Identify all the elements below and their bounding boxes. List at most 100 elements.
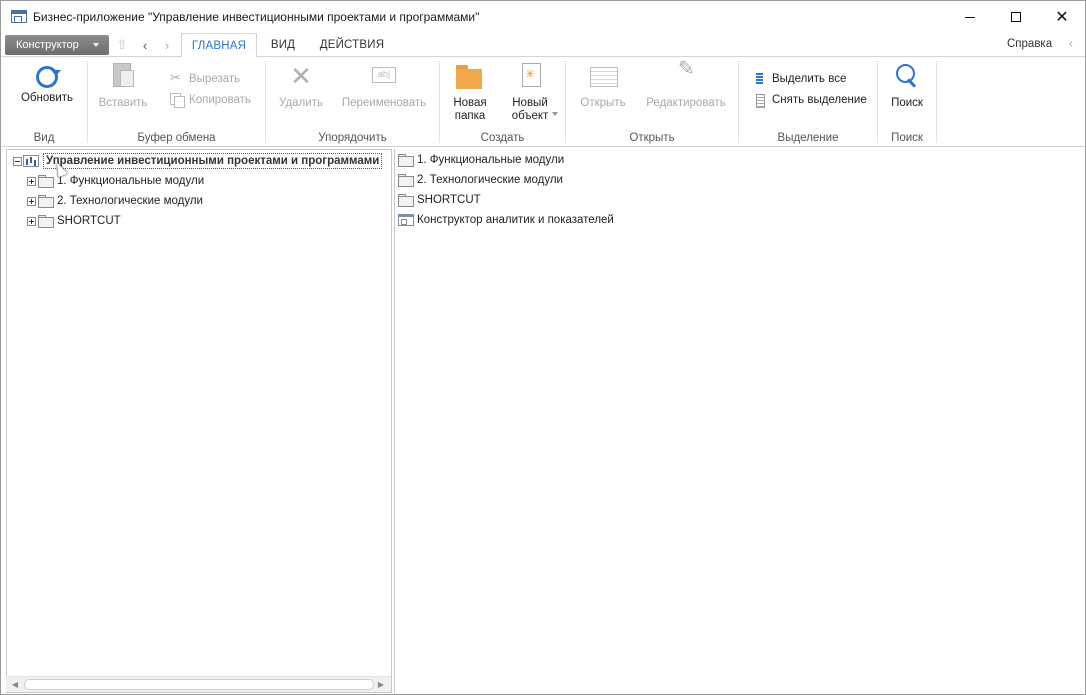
app-icon — [398, 214, 414, 226]
group-label-search: Поиск — [891, 132, 923, 144]
designer-label: Конструктор — [16, 39, 79, 51]
content-list[interactable]: 1. Функциональные модули 2. Технологичес… — [394, 149, 1084, 693]
horizontal-scrollbar[interactable]: ◀ ▶ — [6, 676, 391, 692]
close-button[interactable]: ✕ — [1039, 1, 1085, 33]
new-folder-button[interactable]: Новая папка — [446, 61, 494, 123]
group-label-create: Создать — [480, 132, 525, 144]
select-all-label: Выделить все — [772, 73, 847, 85]
tree-root[interactable]: Управление инвестиционными проектами и п… — [13, 151, 383, 171]
designer-dropdown-button[interactable]: Конструктор — [5, 35, 109, 55]
group-divider — [936, 61, 937, 143]
expand-icon[interactable] — [27, 216, 36, 226]
ribbon-group-selection: Выделить все Снять выделение Выделение — [739, 57, 877, 147]
title-bar: Бизнес-приложение "Управление инвестицио… — [1, 1, 1085, 33]
group-label-clipboard: Буфер обмена — [137, 132, 216, 144]
tree-root-label: Управление инвестиционными проектами и п… — [43, 153, 383, 169]
tree-item[interactable]: 2. Технологические модули — [27, 191, 203, 211]
paste-button[interactable]: Вставить — [94, 61, 152, 110]
folder-icon — [398, 194, 414, 207]
rename-button[interactable]: Переименовать — [338, 61, 430, 110]
refresh-label: Обновить — [20, 92, 74, 104]
help-menu[interactable]: Справка — [1007, 38, 1052, 50]
forward-arrow-icon[interactable]: › — [159, 36, 175, 54]
expand-icon[interactable] — [27, 196, 36, 206]
edit-button[interactable]: Редактировать — [642, 61, 730, 110]
open-icon — [587, 61, 619, 93]
deselect-button[interactable]: Снять выделение — [753, 93, 867, 108]
chevron-down-icon — [93, 43, 99, 47]
navigation-tree[interactable]: Управление инвестиционными проектами и п… — [6, 149, 392, 693]
group-label-open: Открыть — [629, 132, 675, 144]
chevron-down-icon[interactable] — [552, 112, 558, 116]
pencil-icon — [670, 61, 702, 93]
ribbon: Обновить Вид Вставить Вырезать Копироват… — [1, 57, 1085, 147]
tab-view[interactable]: ВИД — [263, 33, 303, 57]
select-all-button[interactable]: Выделить все — [753, 72, 846, 86]
business-app-icon — [23, 155, 39, 167]
paste-icon — [107, 61, 139, 93]
open-button[interactable]: Открыть — [572, 61, 634, 110]
collapse-icon[interactable] — [13, 156, 22, 166]
new-folder-label-line2: папка — [454, 110, 486, 122]
copy-label: Копировать — [189, 94, 251, 106]
ribbon-collapse-icon[interactable]: ‹ — [1069, 38, 1073, 50]
tree-item[interactable]: 1. Функциональные модули — [27, 171, 204, 191]
scroll-left-icon[interactable]: ◀ — [9, 679, 21, 691]
ribbon-group-search: Поиск Поиск — [878, 57, 936, 147]
folder-icon — [38, 195, 54, 208]
select-all-icon — [753, 72, 767, 86]
minimize-icon — [965, 16, 975, 18]
ribbon-group-open: Открыть Редактировать Открыть — [566, 57, 738, 147]
delete-label: Удалить — [279, 97, 323, 109]
up-arrow-icon[interactable]: ⇧ — [114, 36, 130, 54]
new-object-icon — [514, 61, 546, 93]
close-icon: ✕ — [1055, 9, 1069, 26]
rename-icon — [368, 61, 400, 93]
scissors-icon — [170, 70, 184, 86]
folder-icon — [398, 154, 414, 167]
cut-button[interactable]: Вырезать — [170, 70, 241, 86]
maximize-button[interactable] — [993, 1, 1039, 33]
tree-item-label: SHORTCUT — [57, 215, 121, 227]
expand-icon[interactable] — [27, 176, 36, 186]
rename-label: Переименовать — [341, 97, 427, 109]
list-item[interactable]: Конструктор аналитик и показателей — [398, 210, 614, 230]
scroll-right-icon[interactable]: ▶ — [375, 679, 387, 691]
folder-icon — [38, 215, 54, 228]
refresh-button[interactable]: Обновить — [17, 61, 77, 105]
copy-button[interactable]: Копировать — [170, 93, 251, 108]
tree-item[interactable]: SHORTCUT — [27, 211, 121, 231]
minimize-button[interactable] — [947, 1, 993, 33]
ribbon-group-clipboard: Вставить Вырезать Копировать Буфер обмен… — [88, 57, 265, 147]
search-label: Поиск — [891, 97, 923, 109]
tree-item-label: 1. Функциональные модули — [57, 175, 205, 187]
ribbon-group-view: Обновить Вид — [1, 57, 87, 147]
scrollbar-thumb[interactable] — [24, 679, 374, 690]
ribbon-group-organize: ✕ Удалить Переименовать Упорядочить — [266, 57, 439, 147]
folder-icon — [398, 174, 414, 187]
cut-label: Вырезать — [189, 73, 241, 85]
edit-label: Редактировать — [646, 97, 726, 109]
tree-item-label: 2. Технологические модули — [57, 195, 203, 207]
list-item-label: SHORTCUT — [417, 194, 481, 206]
list-item[interactable]: 1. Функциональные модули — [398, 150, 564, 170]
refresh-icon — [36, 66, 61, 88]
list-item[interactable]: 2. Технологические модули — [398, 170, 563, 190]
window-title: Бизнес-приложение "Управление инвестицио… — [33, 10, 480, 24]
search-button[interactable]: Поиск — [884, 61, 930, 110]
list-item[interactable]: SHORTCUT — [398, 190, 481, 210]
paste-label: Вставить — [98, 97, 148, 109]
new-folder-label-line1: Новая — [453, 97, 487, 109]
tab-main[interactable]: ГЛАВНАЯ — [181, 33, 257, 58]
deselect-icon — [753, 93, 767, 108]
delete-button[interactable]: ✕ Удалить — [274, 61, 328, 110]
new-object-label-line2: объект — [511, 110, 549, 122]
back-arrow-icon[interactable]: ‹ — [137, 36, 153, 54]
list-item-label: 2. Технологические модули — [417, 174, 563, 186]
app-window-icon — [11, 10, 27, 23]
new-object-button[interactable]: Новый объект — [504, 61, 556, 123]
app-window: Бизнес-приложение "Управление инвестицио… — [0, 0, 1086, 695]
tab-actions[interactable]: ДЕЙСТВИЯ — [315, 33, 389, 57]
maximize-icon — [1011, 12, 1021, 22]
group-label-selection: Выделение — [777, 132, 839, 144]
